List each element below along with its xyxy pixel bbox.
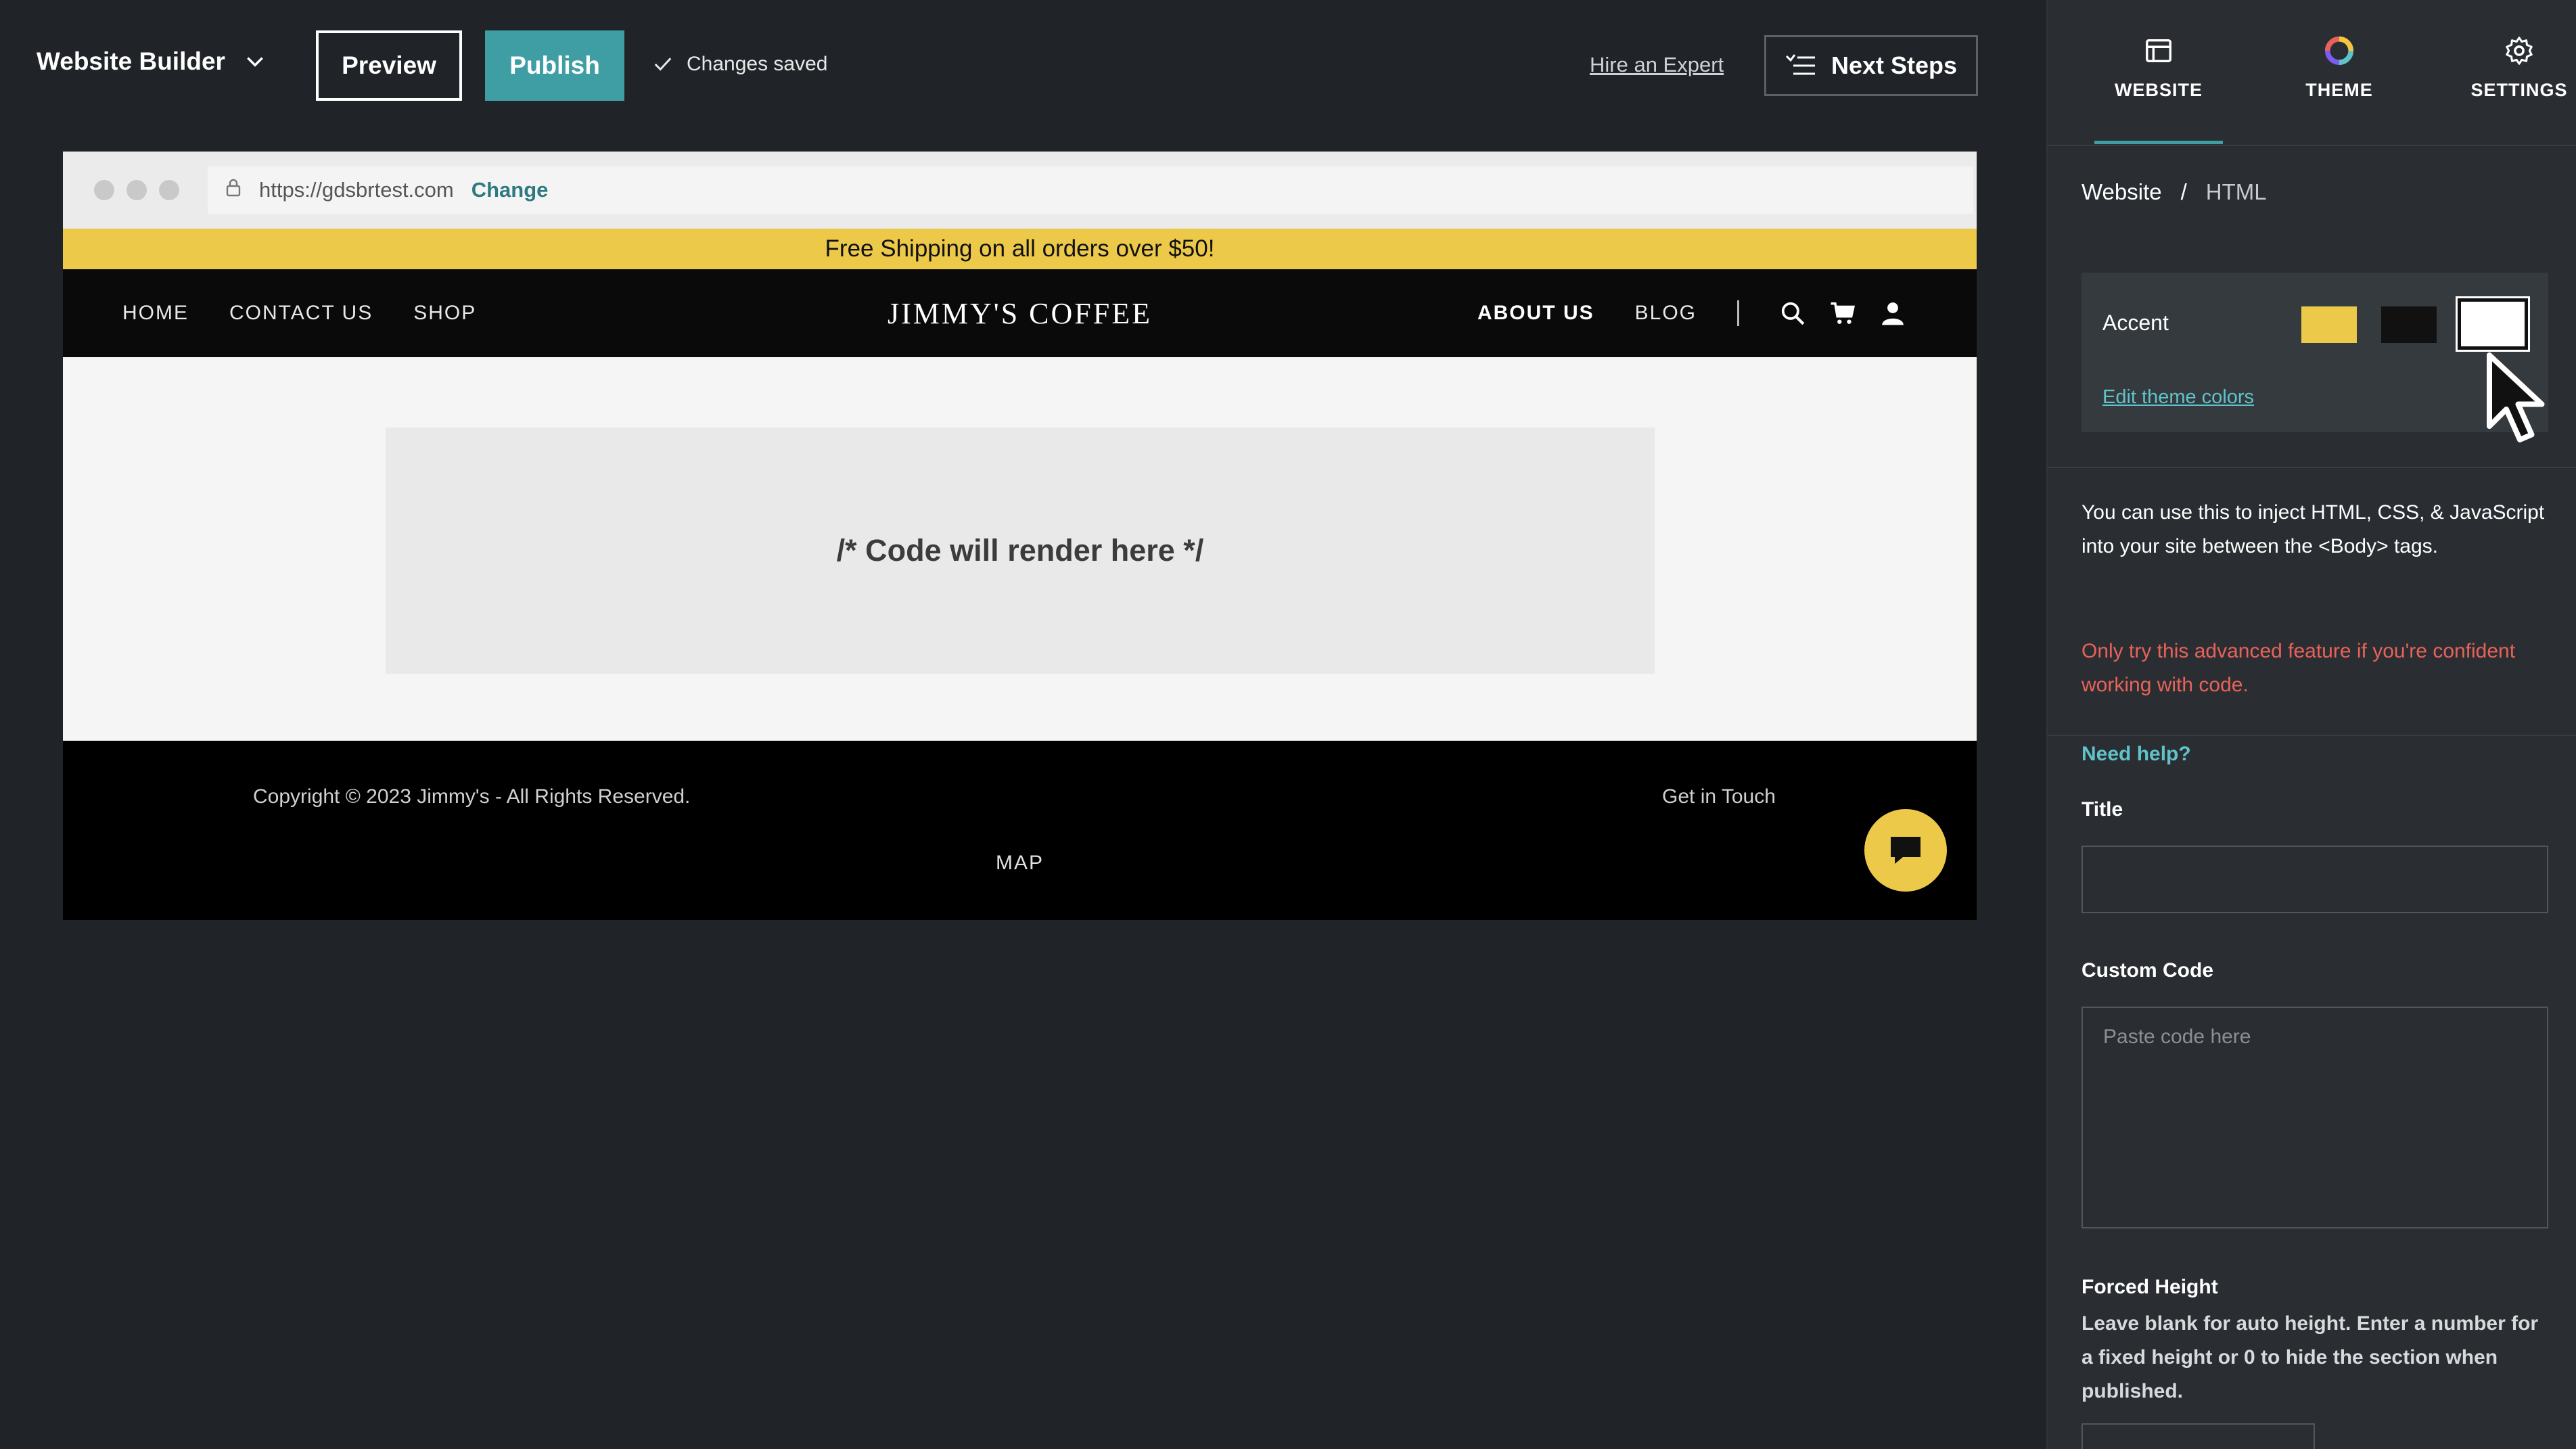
save-status: Changes saved [653,53,827,76]
website-builder-menu[interactable]: Website Builder [37,47,266,76]
tab-settings[interactable]: SETTINGS [2452,35,2576,101]
browser-chrome: https://gdsbrtest.com Change [63,152,1977,229]
tab-theme-label: THEME [2305,80,2373,100]
browser-window-icon [2146,39,2171,63]
window-dot-icon [127,180,147,200]
window-dot-icon [159,180,179,200]
divider [2048,735,2576,736]
placeholder-text: /* Code will render here */ [836,533,1204,568]
nav-blog[interactable]: BLOG [1635,302,1697,325]
divider [2048,467,2576,468]
custom-code-label: Custom Code [2082,959,2213,982]
html-description: You can use this to inject HTML, CSS, & … [2082,501,2545,557]
cart-icon[interactable] [1830,300,1856,326]
next-steps-label: Next Steps [1831,51,1958,79]
tab-theme[interactable]: THEME [2272,35,2407,101]
site-navigation[interactable]: HOME CONTACT US SHOP JIMMY'S COFFEE ABOU… [63,269,1977,357]
need-help-link[interactable]: Need help? [2082,743,2191,766]
advanced-warning: Only try this advanced feature if you're… [2082,640,2516,696]
publish-button[interactable]: Publish [485,30,624,101]
url-bar: https://gdsbrtest.com Change [208,166,1973,214]
tab-website[interactable]: WEBSITE [2091,35,2226,101]
gear-icon [2506,37,2533,65]
site-logo[interactable]: JIMMY'S COFFEE [888,296,1152,331]
map-label: MAP [995,852,1044,874]
site-url: https://gdsbrtest.com [259,178,454,202]
nav-right-links: ABOUT US BLOG [1477,269,1906,357]
website-builder-app: Website Builder Preview Publish Changes … [0,0,2576,1449]
code-render-placeholder: /* Code will render here */ [386,428,1655,674]
breadcrumb-separator: / [2180,179,2187,204]
divider [2048,145,2576,146]
accent-swatch-black[interactable] [2381,306,2437,343]
forced-height-input[interactable] [2082,1423,2315,1449]
accent-label: Accent [2102,310,2169,335]
forced-height-label: Forced Height [2082,1276,2218,1298]
search-icon[interactable] [1780,300,1806,326]
nav-about-us[interactable]: ABOUT US [1477,302,1594,325]
nav-shop[interactable]: SHOP [413,302,476,325]
edit-theme-colors-link[interactable]: Edit theme colors [2102,386,2254,409]
color-wheel-icon [2324,36,2354,66]
change-domain-link[interactable]: Change [472,178,549,202]
active-tab-indicator [2094,141,2223,144]
save-status-text: Changes saved [687,53,828,75]
title-input[interactable] [2082,846,2548,913]
nav-contact-us[interactable]: CONTACT US [229,302,373,325]
nav-icons [1780,300,1906,326]
panel-tabs: WEBSITE THEME SETTINGS [2048,0,2576,145]
chat-bubble-icon [1891,837,1920,864]
checkmark-icon [654,58,672,71]
accent-swatch-yellow[interactable] [2301,306,2357,343]
breadcrumb-root[interactable]: Website [2082,179,2162,205]
breadcrumb: Website / HTML [2082,179,2267,205]
nav-home[interactable]: HOME [122,302,189,325]
accent-swatch-white-selected[interactable] [2456,296,2530,352]
html-section[interactable]: /* Code will render here */ [63,357,1977,741]
copyright-text: Copyright © 2023 Jimmy's - All Rights Re… [253,785,691,808]
settings-panel: WEBSITE THEME SETTINGS Website / HTML Ac… [2046,0,2576,1449]
promo-text: Free Shipping on all orders over $50! [825,235,1215,262]
title-label: Title [2082,798,2123,821]
custom-code-textarea[interactable] [2082,1007,2548,1228]
chat-button[interactable] [1864,809,1947,892]
hire-expert-link[interactable]: Hire an Expert [1590,53,1724,77]
preview-button[interactable]: Preview [316,30,462,101]
checklist-icon [1785,54,1815,75]
next-steps-button[interactable]: Next Steps [1764,35,1978,96]
window-dot-icon [94,180,114,200]
chevron-down-icon [247,57,263,67]
nav-divider [1737,300,1739,326]
forced-height-description: Leave blank for auto height. Enter a num… [2082,1312,2539,1402]
top-toolbar: Website Builder Preview Publish Changes … [0,0,2046,131]
account-icon[interactable] [1880,300,1906,326]
accent-color-picker: Accent Edit theme colors [2082,273,2548,432]
promo-banner[interactable]: Free Shipping on all orders over $50! [63,229,1977,269]
breadcrumb-current: HTML [2205,179,2267,204]
nav-left-links: HOME CONTACT US SHOP [122,269,476,357]
tab-website-label: WEBSITE [2114,80,2203,100]
site-footer[interactable]: Copyright © 2023 Jimmy's - All Rights Re… [63,741,1977,920]
site-preview-window: https://gdsbrtest.com Change Free Shippi… [63,152,1977,920]
lock-icon [225,178,242,202]
brand-label: Website Builder [37,47,225,75]
get-in-touch-link[interactable]: Get in Touch [1662,785,1776,808]
tab-settings-label: SETTINGS [2470,80,2568,100]
